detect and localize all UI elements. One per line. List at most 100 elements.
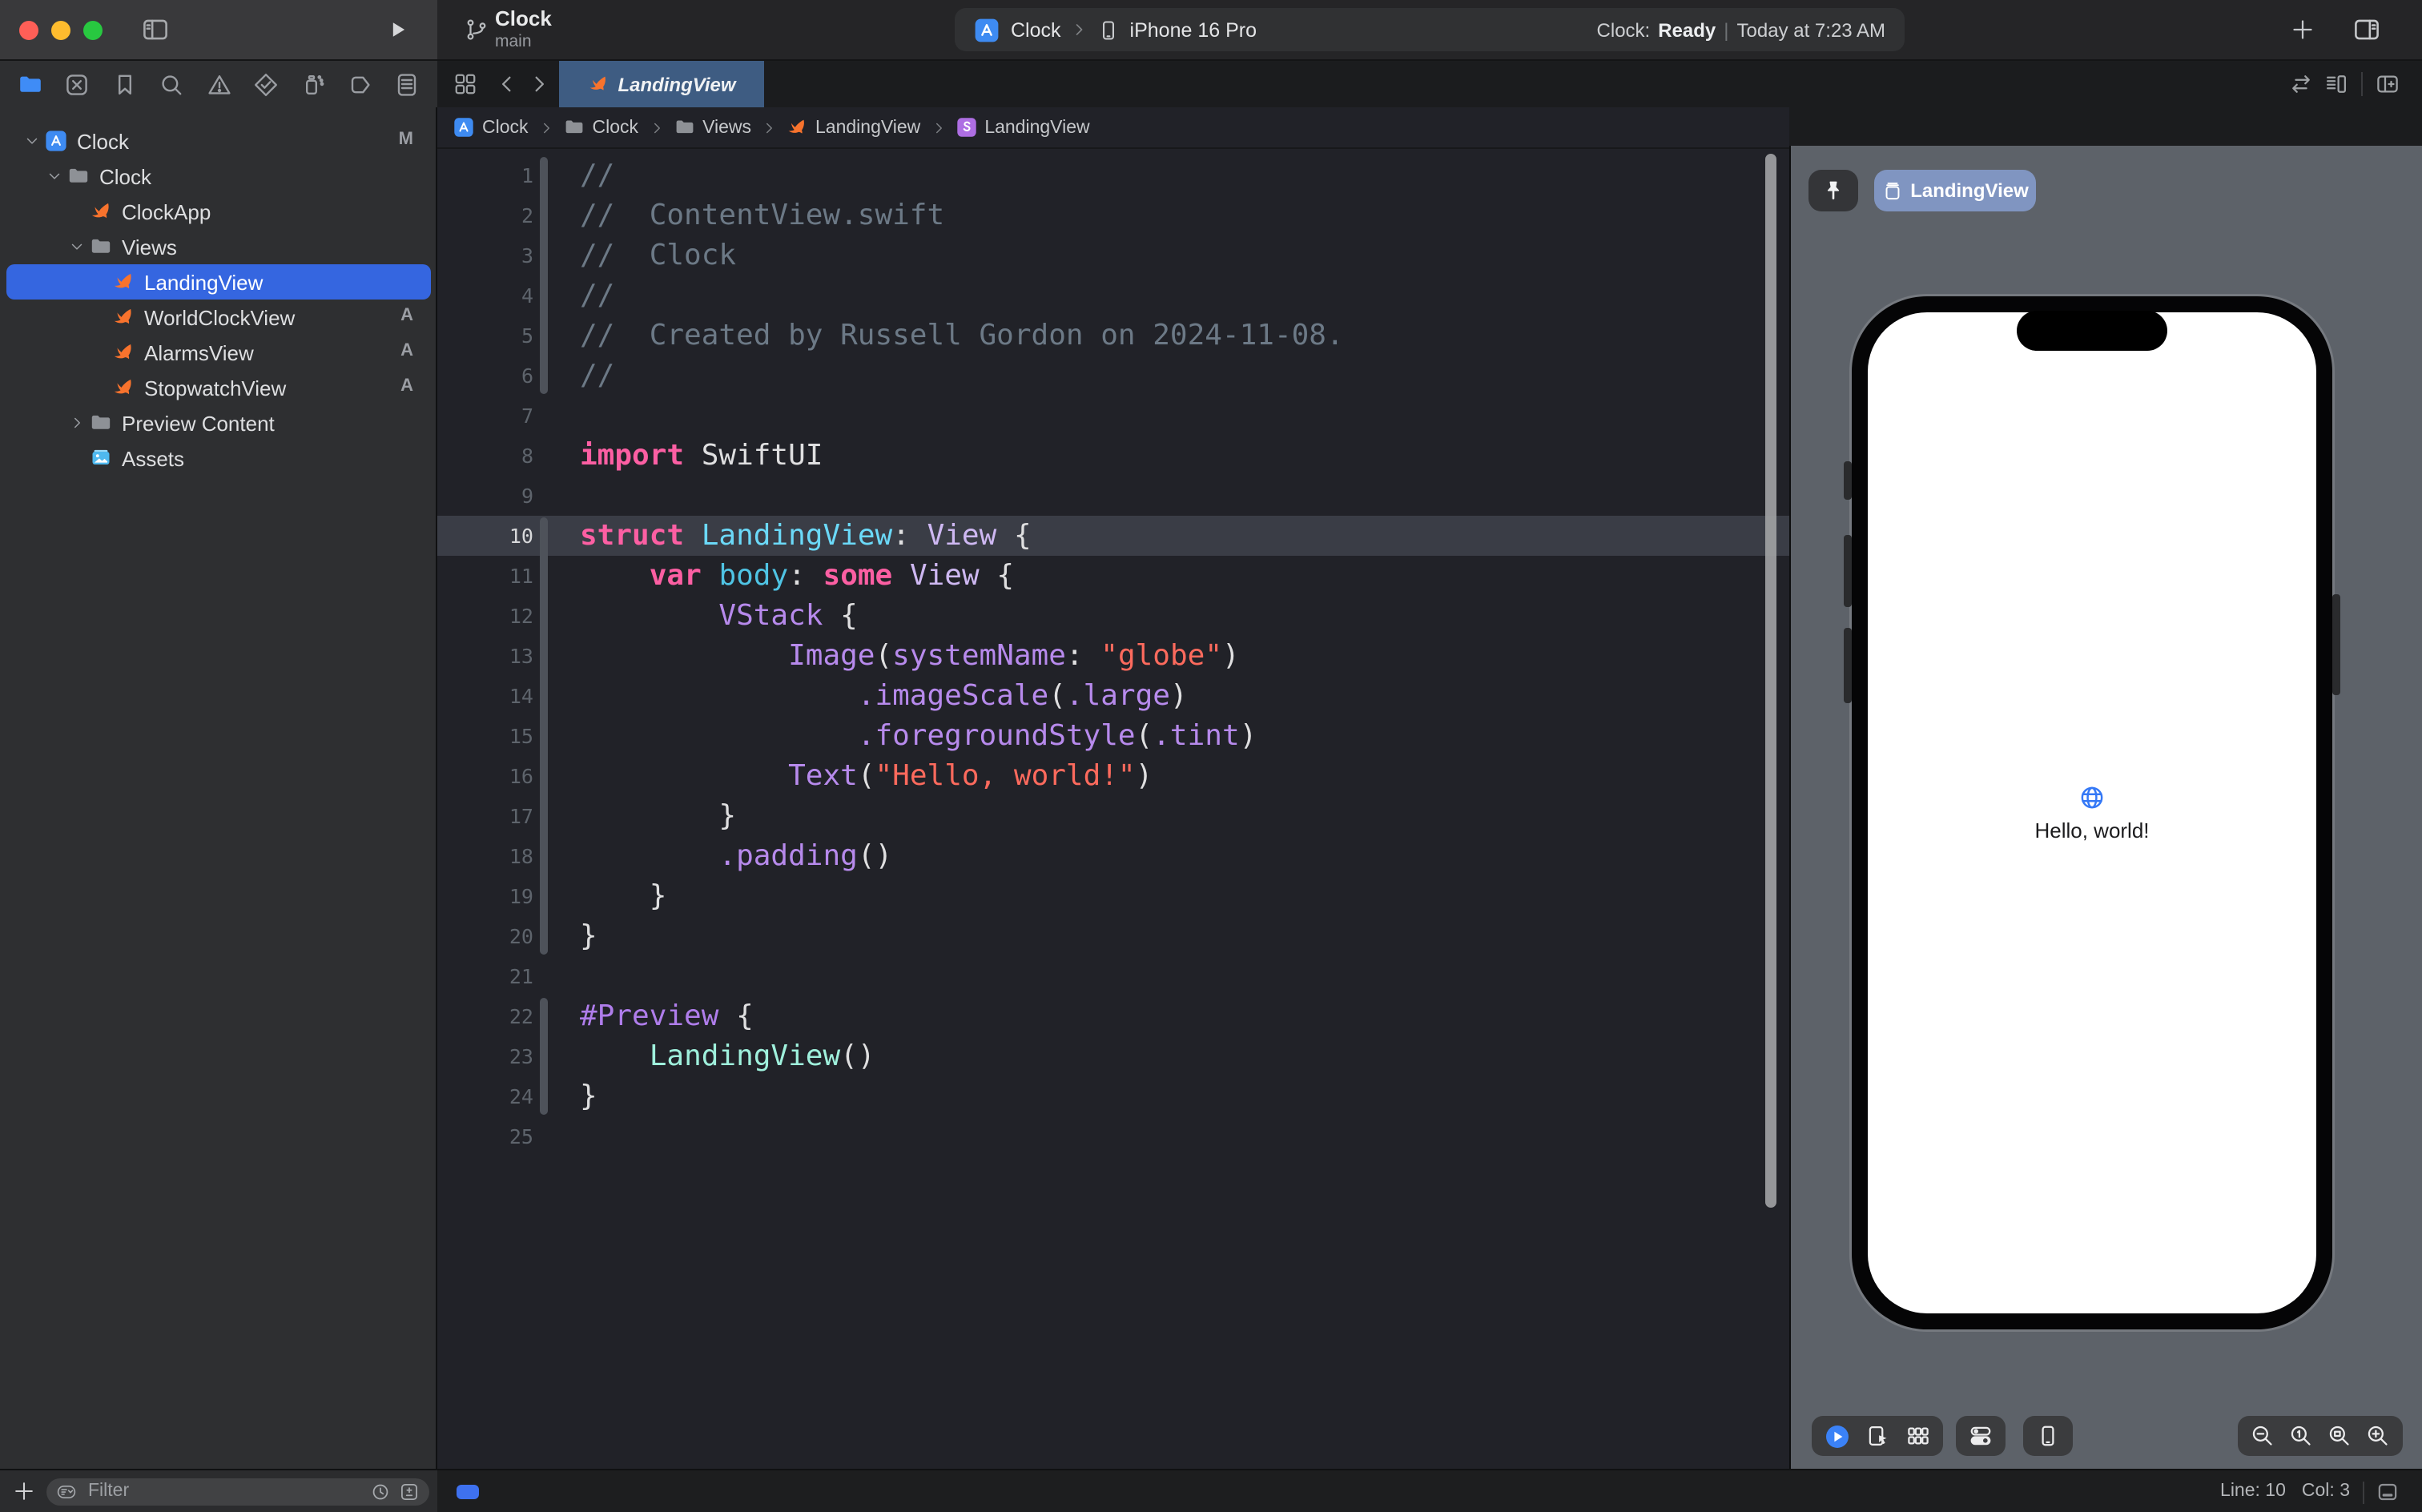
code-lines: 1 // 2 // ContentView.swift 3 // Clock 4 // 5 // …	[437, 155, 1789, 1156]
recents-icon[interactable]	[370, 1481, 391, 1502]
code-token: some	[823, 559, 893, 593]
preview-screen[interactable]: Hello, world!	[1868, 312, 2316, 1313]
line-number: 2	[521, 203, 533, 227]
divider	[2363, 1481, 2364, 1503]
code-text: }	[580, 799, 736, 833]
related-items-icon[interactable]	[453, 72, 477, 96]
navigator-breakpoints-icon[interactable]	[347, 71, 372, 97]
swift-icon	[112, 271, 135, 293]
minimize-button[interactable]	[51, 21, 70, 40]
code-text: VStack {	[580, 599, 857, 633]
navigator-reports-icon[interactable]	[394, 71, 420, 97]
chevron-down-icon[interactable]	[24, 133, 40, 149]
code-line: 23 LandingView()	[437, 1036, 1789, 1076]
code-line: 20}	[437, 916, 1789, 956]
code-line: 18 .padding()	[437, 836, 1789, 876]
power-button	[2332, 594, 2340, 695]
sidebar-item-assets[interactable]: Assets	[0, 440, 437, 476]
sidebar-item-stopwatchview[interactable]: StopwatchView A	[0, 370, 437, 405]
chevron-down-icon[interactable]	[46, 168, 62, 184]
activity-status: Clock: Ready | Today at 7:23 AM	[1596, 18, 1885, 41]
sidebar-item-clock[interactable]: Clock M	[0, 123, 437, 159]
toggle-left-sidebar-icon[interactable]	[141, 16, 170, 43]
zoom-button[interactable]	[83, 21, 103, 40]
flags-filter-icon[interactable]	[399, 1481, 420, 1502]
code-token: {	[979, 559, 1015, 593]
source-editor[interactable]: 1 // 2 // ContentView.swift 3 // Clock 4 // 5 // …	[437, 149, 1789, 1468]
close-button[interactable]	[19, 21, 38, 40]
pointer-device-icon[interactable]	[1866, 1424, 1890, 1448]
code-token: .padding	[718, 839, 858, 873]
add-editor-icon[interactable]	[2376, 72, 2400, 96]
toggles-icon[interactable]	[1969, 1424, 1993, 1448]
navigator-issues-icon[interactable]	[206, 71, 231, 97]
sidebar-item-landingview[interactable]: LandingView	[0, 264, 437, 300]
editor-options-icon[interactable]	[2324, 72, 2348, 96]
project-title: Clock	[495, 6, 552, 30]
toggle-right-sidebar-icon[interactable]	[2352, 16, 2382, 43]
breadcrumb-item[interactable]: LandingView	[956, 117, 1090, 138]
sidebar-item-alarmsview[interactable]: AlarmsView A	[0, 335, 437, 370]
chevron-down-icon[interactable]	[69, 239, 85, 255]
code-token: }	[580, 799, 737, 833]
add-button[interactable]	[2291, 18, 2315, 42]
zoom-fit-icon[interactable]	[2327, 1424, 2352, 1448]
go-back-icon[interactable]	[495, 72, 519, 96]
navigator-bookmarks-icon[interactable]	[112, 71, 138, 97]
preview-target-chip[interactable]: LandingView	[1874, 170, 2036, 211]
sidebar-item-worldclockview[interactable]: WorldClockView A	[0, 300, 437, 335]
filter-icon[interactable]	[56, 1481, 77, 1502]
breadcrumb-item[interactable]: Views	[674, 117, 751, 138]
preview-play-icon[interactable]	[1825, 1423, 1850, 1449]
editor-scrollbar[interactable]	[1765, 154, 1776, 1208]
variants-grid-icon[interactable]	[1906, 1424, 1930, 1448]
line-number: 25	[509, 1124, 533, 1148]
navigator-project-icon[interactable]	[18, 71, 43, 97]
phone-outline-icon[interactable]	[2036, 1424, 2060, 1448]
navigator-debug-icon[interactable]	[300, 71, 326, 97]
code-review-icon[interactable]	[2289, 72, 2313, 96]
zoom-in-icon[interactable]	[2366, 1424, 2390, 1448]
sidebar-item-preview-content[interactable]: Preview Content	[0, 405, 437, 440]
navigator-tests-icon[interactable]	[253, 71, 279, 97]
breadcrumb-item[interactable]: Clock	[453, 117, 529, 138]
titlebar-left	[0, 0, 437, 61]
go-forward-icon[interactable]	[527, 72, 551, 96]
scheme-device[interactable]: iPhone 16 Pro	[1130, 18, 1257, 41]
sidebar-item-views[interactable]: Views	[0, 229, 437, 264]
breakpoint-pill[interactable]	[457, 1484, 479, 1499]
status-badge: A	[400, 306, 413, 325]
zoom-actual-icon[interactable]	[2289, 1424, 2313, 1448]
code-token: // ContentView.swift	[580, 199, 945, 232]
status-badge: A	[400, 341, 413, 360]
line-number: 11	[509, 564, 533, 588]
breadcrumb-item[interactable]: LandingView	[787, 117, 920, 138]
run-button[interactable]	[388, 19, 408, 40]
scheme-target[interactable]: Clock	[1011, 18, 1061, 41]
line-number: 15	[509, 724, 533, 748]
code-line: 2 // ContentView.swift	[437, 195, 1789, 235]
chevron-right-icon	[930, 119, 946, 135]
status-badge: A	[400, 376, 413, 396]
navigator-source-control-icon[interactable]	[65, 71, 91, 97]
tab-landingview[interactable]: LandingView	[559, 61, 764, 107]
breadcrumb-item[interactable]: Clock	[564, 117, 638, 138]
filter-input[interactable]	[85, 1480, 362, 1502]
zoom-out-icon[interactable]	[2251, 1424, 2275, 1448]
xcode-window: Clock main Clock iPhone 16 Pro Clock: Rea…	[0, 0, 2422, 1512]
jump-bar: Clock Clock Views LandingView LandingView	[437, 107, 1789, 149]
code-token: body	[718, 559, 789, 593]
chevron-right-icon[interactable]	[69, 415, 85, 431]
divider	[2361, 72, 2363, 96]
sidebar-item-clock[interactable]: Clock	[0, 159, 437, 194]
pin-preview-button[interactable]	[1808, 170, 1858, 211]
zoom-controls-group	[2238, 1416, 2403, 1456]
add-file-button[interactable]	[13, 1479, 35, 1502]
navigator-find-icon[interactable]	[159, 71, 184, 97]
sidebar-item-clockapp[interactable]: ClockApp	[0, 194, 437, 229]
editor-only-mode-icon[interactable]	[2374, 1479, 2401, 1503]
filter-field[interactable]	[46, 1478, 429, 1505]
code-line: 13 Image(systemName: "globe")	[437, 636, 1789, 676]
preview-device-icon	[1881, 180, 1902, 201]
